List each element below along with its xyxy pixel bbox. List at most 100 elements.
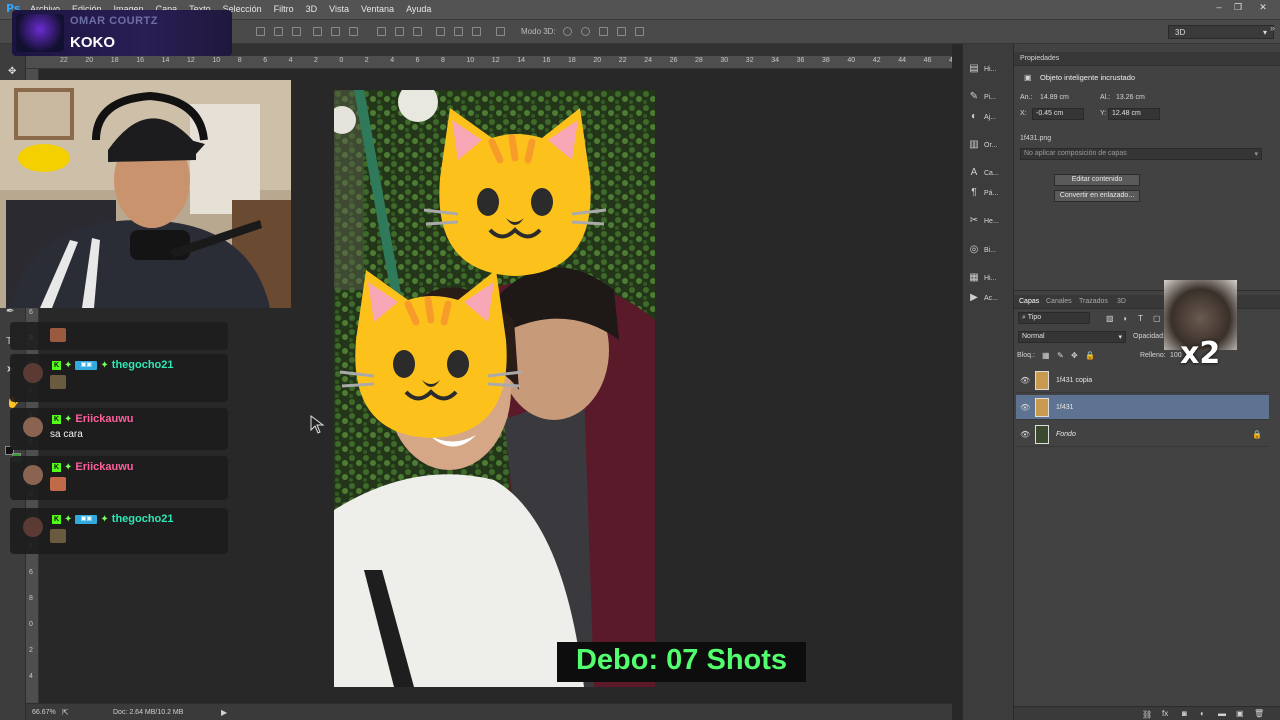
distribute-left-icon[interactable] (436, 27, 445, 36)
layer-row-fondo[interactable]: 👁 Fondo 🔒 (1016, 422, 1269, 447)
visibility-eye-icon[interactable]: 👁 (1020, 376, 1030, 385)
dock-paragraph[interactable]: ¶ Pá... (969, 183, 1013, 203)
slide-3d-icon[interactable] (617, 27, 626, 36)
layer-style-icon[interactable]: fx (1162, 709, 1168, 718)
distribute-center-icon[interactable] (454, 27, 463, 36)
tab-trazados[interactable]: Trazados (1079, 298, 1108, 305)
menu-ayuda[interactable]: Ayuda (406, 4, 431, 14)
verified-star-icon: ✦ (64, 513, 73, 525)
layers-panel: Capas Canales Trazados 3D ⌕ Tipo ▨ ◑ T ▢… (1014, 290, 1280, 720)
dock-label: Hi... (984, 65, 997, 73)
align-center-icon[interactable] (331, 27, 340, 36)
filter-shape-icon[interactable]: ▢ (1153, 314, 1161, 323)
panel-collapse-icon[interactable]: » (1270, 23, 1275, 33)
ruler-tick: 10 (466, 57, 475, 64)
dock-character[interactable]: A Ca... (969, 163, 1013, 183)
tab-canales[interactable]: Canales (1046, 298, 1072, 305)
chevron-down-icon: ▾ (1254, 151, 1258, 158)
filter-type-icon[interactable]: T (1138, 314, 1143, 323)
ruler-tick: 0 (29, 621, 33, 628)
close-button[interactable]: ✕ (1256, 2, 1270, 14)
auto-align-icon[interactable] (496, 27, 505, 36)
distribute-middle-icon[interactable] (395, 27, 404, 36)
filter-image-icon[interactable]: ▨ (1106, 314, 1114, 323)
move-tool-icon[interactable]: ✥ (8, 66, 16, 77)
edit-contents-button[interactable]: Editar contenido (1054, 174, 1140, 186)
height-value[interactable]: 13.26 cm (1116, 94, 1145, 101)
ruler-tick: 20 (593, 57, 602, 64)
dock-history-2[interactable]: ▦ Hi... (969, 268, 1013, 288)
ruler-tick: 16 (136, 57, 144, 64)
streamer-avatar (16, 14, 64, 52)
distribute-bottom-icon[interactable] (413, 27, 422, 36)
align-bottom-icon[interactable] (292, 27, 301, 36)
add-mask-icon[interactable]: ◙ (1182, 709, 1187, 718)
status-menu-arrow-icon[interactable]: ▶ (221, 708, 227, 717)
dock-tools[interactable]: ✂ He... (969, 211, 1013, 231)
filter-adjust-icon[interactable]: ◑ (1122, 314, 1127, 323)
lock-move-icon[interactable]: ✥ (1071, 351, 1078, 360)
layer-row-1f431-copia[interactable]: 👁 1f431 copia (1016, 368, 1269, 393)
ruler-tick: 8 (29, 595, 33, 602)
layer-filter-select[interactable]: ⌕ Tipo (1018, 312, 1090, 324)
distribute-right-icon[interactable] (472, 27, 481, 36)
dock-brush[interactable]: ✎ Pi... (969, 87, 1013, 107)
dock-library[interactable]: ◎ Bi... (969, 240, 1013, 260)
align-middle-icon[interactable] (274, 27, 283, 36)
adjustment-layer-icon[interactable]: ◐ (1200, 709, 1205, 718)
dock-actions[interactable]: ▶ Ac... (969, 288, 1013, 308)
convert-linked-button[interactable]: Convertir en enlazado... (1054, 190, 1140, 202)
mode-3d-label: Modo 3D: (521, 27, 556, 36)
ruler-tick: 10 (212, 57, 221, 64)
new-group-icon[interactable]: ▬ (1218, 709, 1226, 718)
histogram-icon: ▤ (969, 63, 979, 74)
menu-3d[interactable]: 3D (306, 4, 318, 14)
lock-all-icon[interactable]: 🔒 (1085, 351, 1095, 360)
filter-value: Tipo (1027, 314, 1042, 321)
minimize-button[interactable]: – (1212, 2, 1226, 14)
photo-image (334, 90, 655, 687)
export-icon[interactable]: ⇱ (62, 708, 69, 717)
lock-paint-icon[interactable]: ✎ (1057, 351, 1064, 360)
chat-badges: K ✦ ▣▣ ✦ thegocho21 (52, 513, 174, 525)
align-top-icon[interactable] (256, 27, 265, 36)
chat-overlay: K ✦ ▣▣ ✦ thegocho21 K ✦ Eriickauwu sa ca… (10, 318, 228, 558)
align-left-icon[interactable] (313, 27, 322, 36)
visibility-eye-icon[interactable]: 👁 (1020, 430, 1030, 439)
new-layer-icon[interactable]: ▣ (1236, 709, 1244, 718)
dock-origin[interactable]: ▥ Or... (969, 135, 1013, 155)
zoom-level[interactable]: 66.67% (32, 709, 56, 716)
dock-adjustments[interactable]: ◐ Aj... (969, 107, 1013, 127)
ruler-tick: 6 (263, 57, 268, 64)
document-canvas[interactable] (334, 90, 655, 687)
composition-select[interactable]: No aplicar composición de capas ▾ (1020, 148, 1262, 160)
menu-ventana[interactable]: Ventana (361, 4, 394, 14)
link-layers-icon[interactable]: ⛓ (1142, 710, 1152, 719)
roll-3d-icon[interactable] (581, 27, 590, 36)
scale-3d-icon[interactable] (635, 27, 644, 36)
y-input[interactable]: 12.48 cm (1108, 108, 1160, 120)
layer-row-1f431[interactable]: 👁 1f431 (1016, 395, 1269, 420)
dock-history[interactable]: ▤ Hi... (969, 59, 1013, 79)
menu-vista[interactable]: Vista (329, 4, 349, 14)
workspace-select[interactable]: 3D ▾ (1168, 25, 1274, 39)
delete-layer-icon[interactable]: 🗑 (1254, 709, 1264, 718)
blend-mode-select[interactable]: Normal ▾ (1018, 331, 1126, 343)
tab-3d[interactable]: 3D (1117, 298, 1126, 305)
x-input[interactable]: -0.45 cm (1032, 108, 1084, 120)
lock-transparent-icon[interactable]: ▦ (1042, 351, 1050, 360)
sparkle-badge-icon: ✦ (100, 359, 109, 371)
chat-badges: K ✦ Eriickauwu (52, 413, 133, 425)
rotate-3d-icon[interactable] (563, 27, 572, 36)
webcam-image (0, 80, 291, 308)
emote-image (50, 529, 66, 543)
chat-message: K ✦ ▣▣ ✦ thegocho21 (10, 508, 228, 554)
drag-3d-icon[interactable] (599, 27, 608, 36)
width-value[interactable]: 14.89 cm (1040, 94, 1069, 101)
maximize-button[interactable]: ❐ (1231, 2, 1245, 14)
tab-capas[interactable]: Capas (1019, 298, 1039, 305)
distribute-top-icon[interactable] (377, 27, 386, 36)
visibility-eye-icon[interactable]: 👁 (1020, 403, 1030, 412)
align-right-icon[interactable] (349, 27, 358, 36)
menu-filtro[interactable]: Filtro (274, 4, 294, 14)
